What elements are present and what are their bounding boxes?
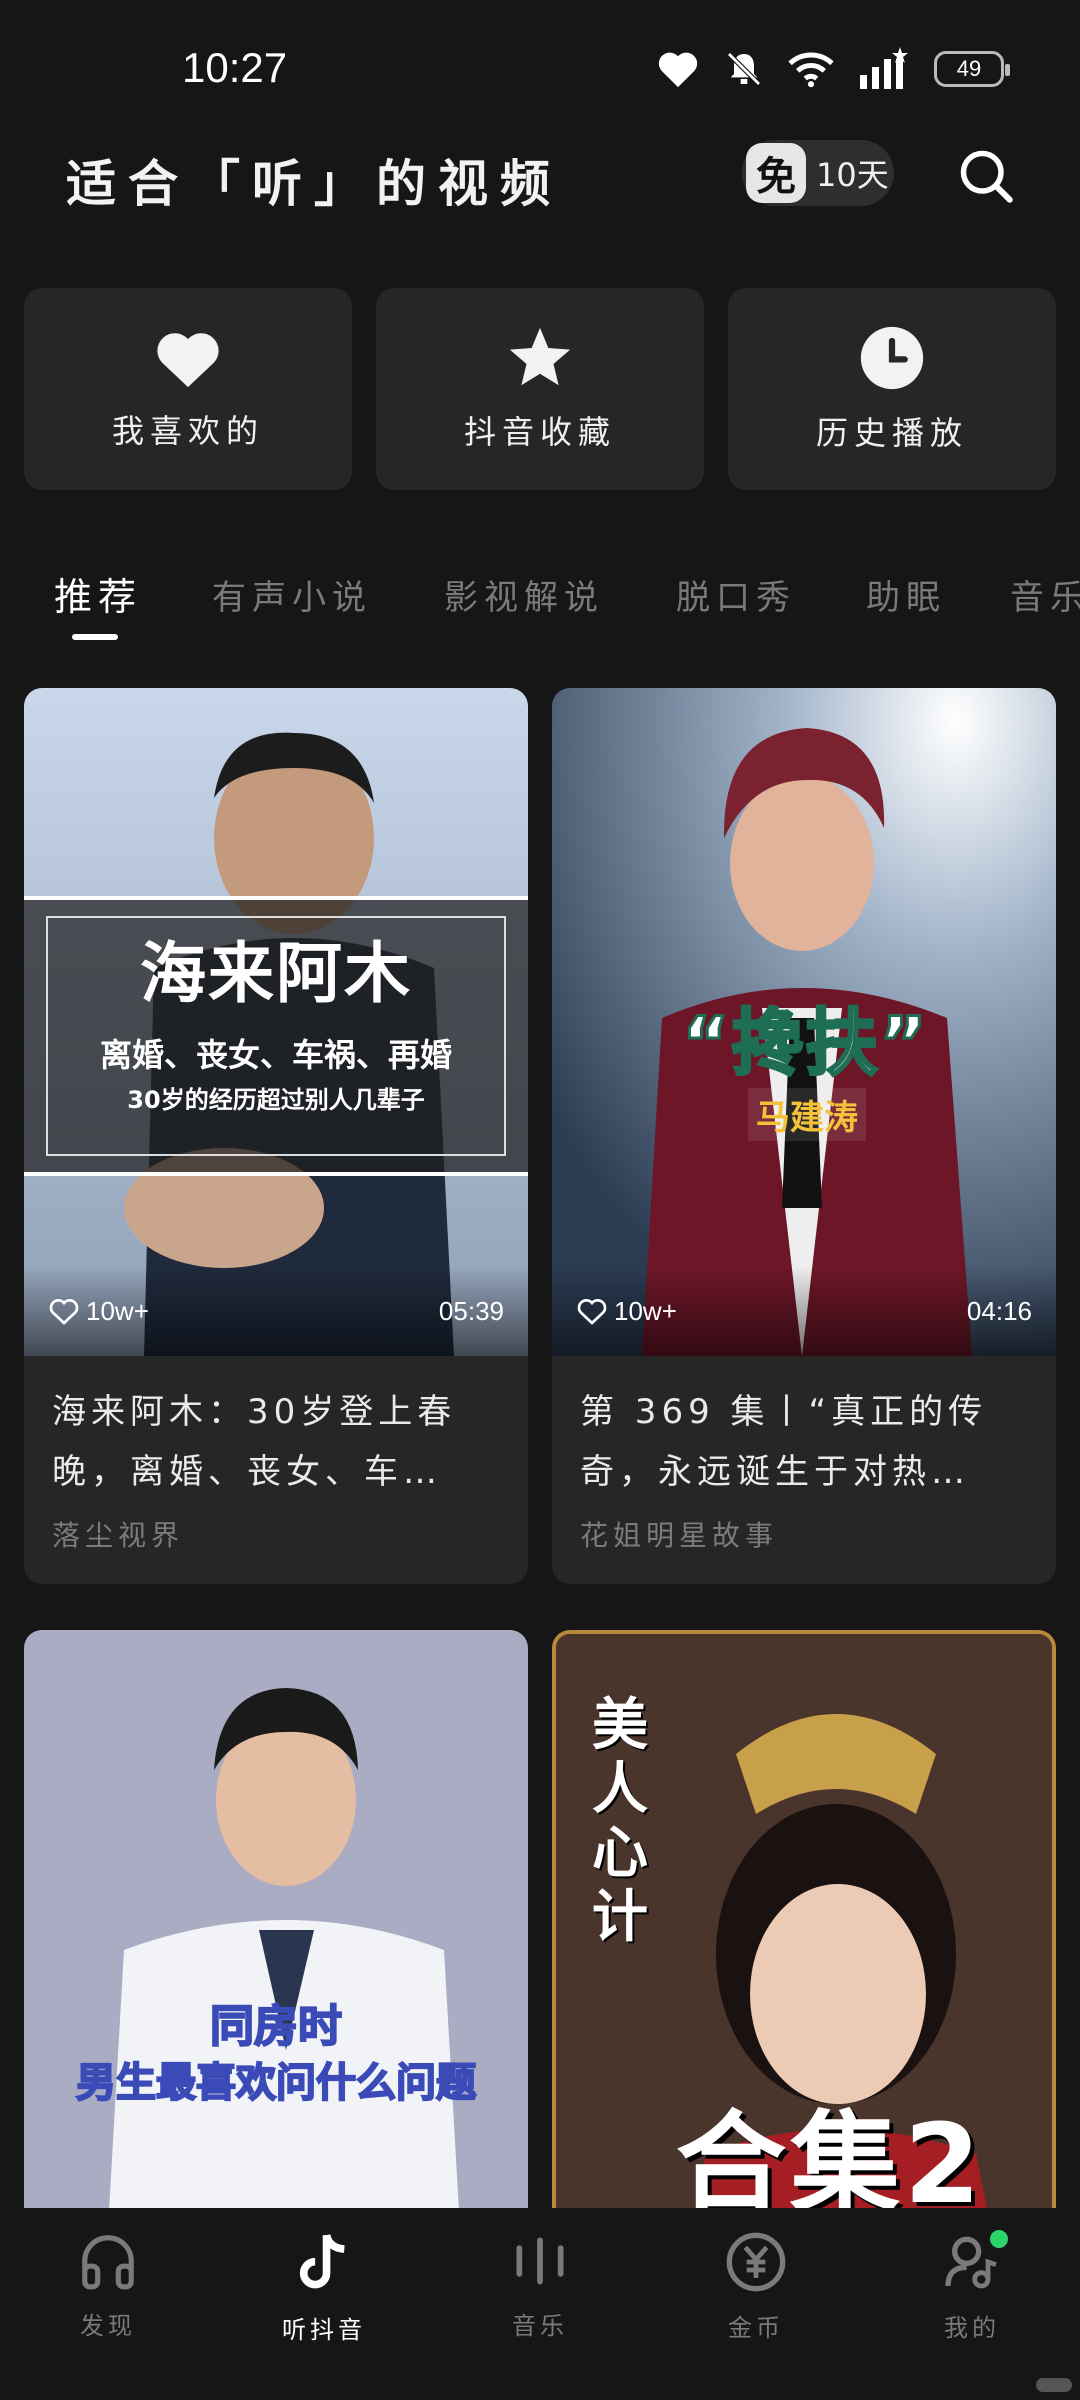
- headphones-icon: [82, 2235, 134, 2290]
- overlay-title: 美人心计: [592, 1693, 648, 1950]
- quick-entry-label: 抖音收藏: [463, 413, 616, 451]
- overlay-title: “搀扶”: [681, 1000, 929, 1087]
- nav-label: 听抖音: [282, 2316, 366, 2344]
- video-thumbnail[interactable]: “搀扶” 马建涛 10w+ 04:16: [552, 688, 1056, 1356]
- tab-recommend[interactable]: 推荐: [54, 566, 142, 621]
- overlay-text: 同房时: [209, 2000, 343, 2053]
- quick-entry-history[interactable]: 历史播放: [728, 288, 1056, 490]
- search-button[interactable]: [948, 138, 1024, 214]
- bottom-nav: 发现 听抖音 音乐 金币 我的: [0, 2208, 1080, 2400]
- likes: 10w+: [576, 1296, 677, 1327]
- free-icon: 免: [746, 143, 806, 203]
- video-card[interactable]: “搀扶” 马建涛 10w+ 04:16 第 369 集丨“真正的传奇，永远诞生于…: [552, 688, 1056, 1584]
- video-duration: 05:39: [438, 1295, 504, 1326]
- nav-label: 我的: [944, 2314, 1000, 2342]
- overlay-text: 男生最喜欢问什么问题: [75, 2059, 477, 2107]
- tiktok-icon: [299, 2234, 345, 2289]
- video-title[interactable]: 第 369 集丨“真正的传奇，永远诞生于对热…: [580, 1382, 1028, 1502]
- nav-coins[interactable]: 金币: [648, 2208, 864, 2400]
- video-duration: 04:16: [966, 1295, 1032, 1326]
- quick-entry-liked[interactable]: 我喜欢的: [24, 288, 352, 490]
- likes: 10w+: [48, 1296, 149, 1327]
- wifi-icon: [788, 52, 834, 88]
- nav-label: 音乐: [512, 2312, 568, 2340]
- tab-indicator: [72, 634, 118, 640]
- nav-listen-douyin[interactable]: 听抖音: [216, 2208, 432, 2400]
- coin-icon: [726, 2232, 786, 2292]
- like-count: 10w+: [86, 1295, 149, 1326]
- status-bar: 10:27 49: [0, 0, 1080, 140]
- status-time: 10:27: [182, 44, 288, 91]
- tab-music[interactable]: 音乐: [1010, 570, 1080, 619]
- video-thumbnail[interactable]: 海来阿木 离婚、丧女、车祸、再婚 30岁的经历超过别人几辈子 10w+ 05:3…: [24, 688, 528, 1356]
- heart-icon: [157, 333, 219, 388]
- notification-dot: [990, 2230, 1008, 2248]
- bars-icon: [516, 2237, 564, 2285]
- title-overlay: 海来阿木 离婚、丧女、车祸、再婚 30岁的经历超过别人几辈子: [24, 896, 528, 1176]
- tab-film-commentary[interactable]: 影视解说: [444, 570, 604, 619]
- overlay-title: 海来阿木: [140, 935, 412, 1012]
- quick-entry-label: 历史播放: [815, 414, 968, 452]
- signal-icon: [860, 47, 908, 89]
- free-trial-badge[interactable]: 免 10天: [742, 140, 894, 206]
- like-icon: [577, 1299, 607, 1325]
- nav-label: 金币: [728, 2314, 784, 2342]
- thumbnail-meta: 10w+ 05:39: [24, 1266, 528, 1356]
- quick-entry-favorites[interactable]: 抖音收藏: [376, 288, 704, 490]
- star-icon: [509, 327, 571, 386]
- status-icons: 49: [656, 44, 1010, 94]
- tab-sleep[interactable]: 助眠: [866, 570, 946, 619]
- quick-entries: 我喜欢的 抖音收藏 历史播放: [24, 288, 1056, 490]
- card-body: 海来阿木：30岁登上春晚，离婚、丧女、车… 落尘视界: [24, 1356, 528, 1584]
- header: 适合「听」的视频 免 10天: [0, 130, 1080, 250]
- card-body: 第 369 集丨“真正的传奇，永远诞生于对热… 花姐明星故事: [552, 1356, 1056, 1584]
- page-title: 适合「听」的视频: [66, 155, 562, 213]
- overlay-name: 马建涛: [748, 1088, 866, 1141]
- nav-profile[interactable]: 我的: [864, 2208, 1080, 2400]
- video-author[interactable]: 花姐明星故事: [580, 1514, 1028, 1554]
- overlay-text: 合集2: [676, 2100, 985, 2208]
- video-thumbnail[interactable]: 同房时 男生最喜欢问什么问题: [24, 1630, 528, 2208]
- category-tabs: 推荐 有声小说 影视解说 脱口秀 助眠 音乐: [0, 540, 1080, 650]
- thumbnail-meta: 10w+ 04:16: [552, 1266, 1056, 1356]
- video-title[interactable]: 海来阿木：30岁登上春晚，离婚、丧女、车…: [52, 1382, 500, 1502]
- quick-entry-label: 我喜欢的: [111, 412, 264, 450]
- thumbnail-image: [24, 1630, 528, 2208]
- video-card[interactable]: 海来阿木 离婚、丧女、车祸、再婚 30岁的经历超过别人几辈子 10w+ 05:3…: [24, 688, 528, 1584]
- nav-label: 发现: [80, 2312, 136, 2340]
- heart-status-icon: [658, 52, 698, 88]
- search-icon: [960, 150, 1013, 203]
- nav-discover[interactable]: 发现: [0, 2208, 216, 2400]
- mute-icon: [727, 52, 761, 86]
- tab-audiobook[interactable]: 有声小说: [212, 570, 372, 619]
- video-feed: 海来阿木 离婚、丧女、车祸、再婚 30岁的经历超过别人几辈子 10w+ 05:3…: [24, 688, 1056, 2208]
- like-icon: [49, 1299, 79, 1325]
- overlay-subtitle: 离婚、丧女、车祸、再婚: [99, 1036, 452, 1074]
- overlay-subtitle: 30岁的经历超过别人几辈子: [127, 1086, 425, 1114]
- video-author[interactable]: 落尘视界: [52, 1514, 500, 1554]
- tab-talk-show[interactable]: 脱口秀: [676, 570, 796, 619]
- battery-icon: 49: [934, 51, 1010, 87]
- like-count: 10w+: [614, 1295, 677, 1326]
- free-days-label: 10天: [816, 156, 889, 194]
- video-thumbnail[interactable]: 美人心计 合集2: [556, 1634, 1052, 2208]
- home-indicator: [1036, 2378, 1072, 2392]
- video-card[interactable]: 同房时 男生最喜欢问什么问题: [24, 1630, 528, 2208]
- video-card[interactable]: 美人心计 合集2: [552, 1630, 1056, 2208]
- clock-icon: [860, 326, 924, 390]
- nav-music[interactable]: 音乐: [432, 2208, 648, 2400]
